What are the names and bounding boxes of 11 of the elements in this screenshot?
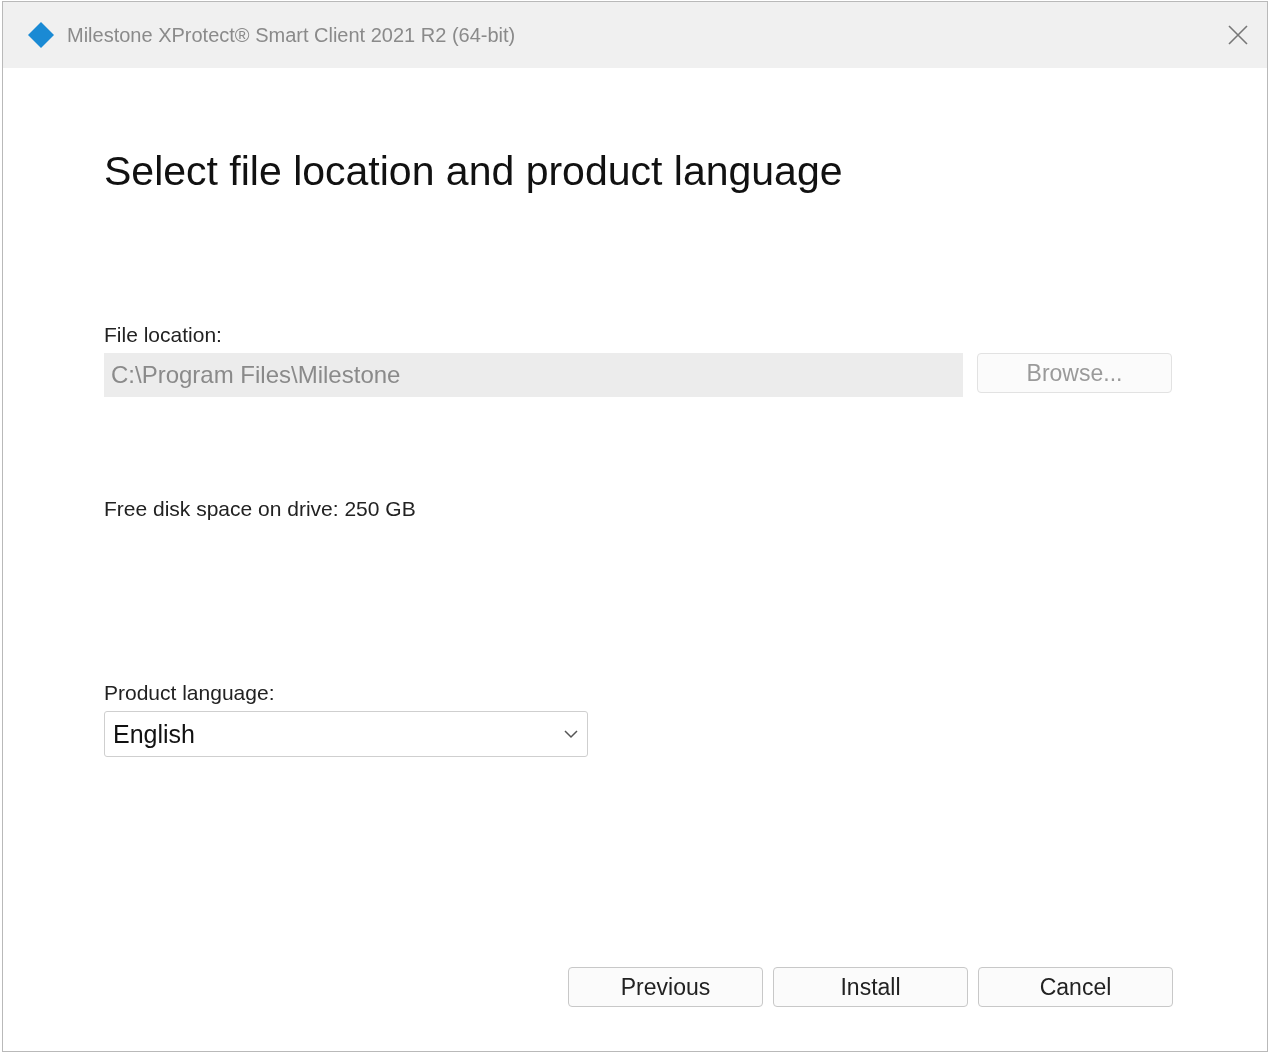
field-label: File location: xyxy=(104,323,223,347)
chevron-down-icon xyxy=(563,729,579,739)
window-title: Milestone XProtect® Smart Client 2021 R2 (64-bit) xyxy=(67,23,517,47)
free-space-text: Free disk space on drive: 250 GB xyxy=(104,497,417,521)
dialog-button[interactable]: Cancel xyxy=(978,967,1173,1007)
dialog-button[interactable]: Previous xyxy=(568,967,763,1007)
language-dropdown[interactable]: English xyxy=(104,711,588,757)
dialog-button[interactable]: Install xyxy=(773,967,968,1007)
field-label: Product language: xyxy=(104,681,276,705)
page-heading: Select file location and product language xyxy=(104,148,844,195)
diamond-icon xyxy=(27,21,55,49)
